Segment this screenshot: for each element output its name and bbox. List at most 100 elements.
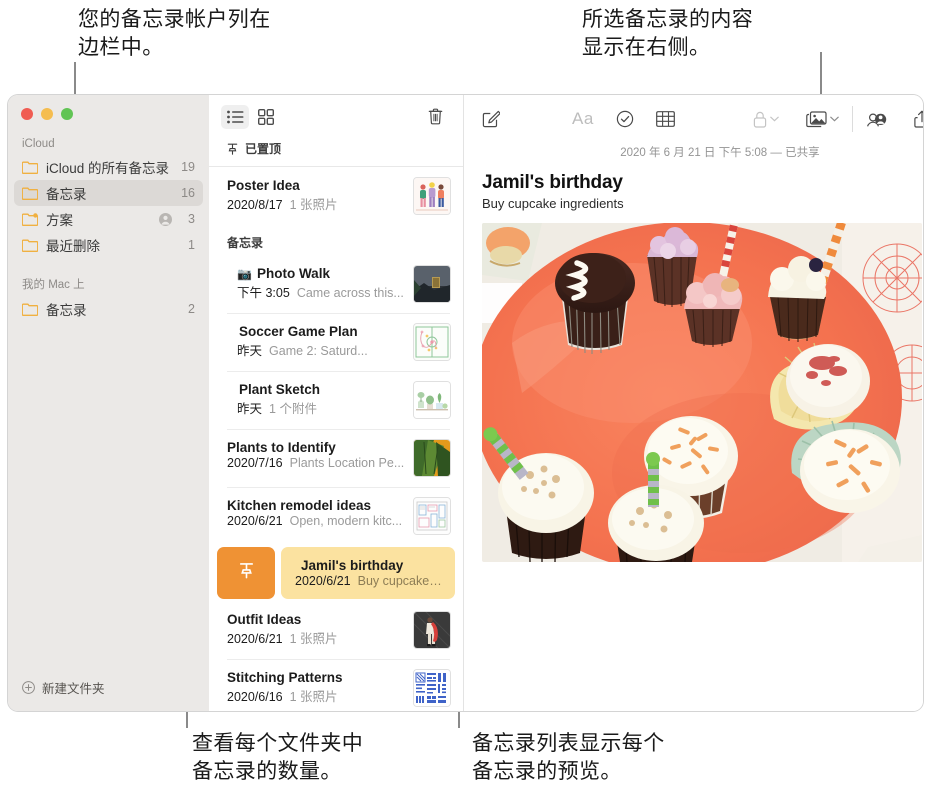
note-thumbnail-dark-landscape: [414, 266, 450, 303]
trash-icon[interactable]: [421, 105, 449, 129]
collaborate-icon[interactable]: [866, 110, 887, 128]
format-icon-label: Aa: [572, 109, 594, 128]
note-item-main: Outfit Ideas 2020/6/21 1 张照片: [227, 612, 406, 647]
callout-preview-text: 备忘录列表显示每个 备忘录的预览。: [472, 732, 665, 784]
compose-icon[interactable]: [482, 110, 500, 128]
close-button[interactable]: [21, 108, 33, 120]
checklist-icon[interactable]: [616, 110, 634, 128]
lock-icon[interactable]: [753, 111, 767, 128]
note-title-text: Jamil's birthday: [301, 558, 404, 574]
note-list-item-soccer-game-plan[interactable]: Soccer Game Plan 昨天 Game 2: Saturd...: [209, 313, 463, 371]
note-item-snippet: Open, modern kitc...: [289, 514, 403, 529]
shared-person-icon: [159, 212, 173, 226]
sidebar-item-recently-deleted[interactable]: 最近删除 1: [14, 232, 203, 258]
note-detail-image-cupcakes[interactable]: [482, 223, 922, 562]
note-title-text: Poster Idea: [227, 178, 300, 194]
note-item-title: Kitchen remodel ideas: [227, 498, 406, 513]
note-title-text: Outfit Ideas: [227, 612, 302, 628]
note-item-snippet: Plants Location Pe...: [289, 456, 405, 471]
note-item-date: 2020/6/21: [227, 514, 283, 529]
notes-group-label: 备忘录: [227, 236, 264, 251]
notes-scroll-area[interactable]: Poster Idea 2020/8/17 1 张照片 备忘录 📷 Photo …: [209, 167, 463, 711]
sidebar-item-projects[interactable]: 方案 3: [14, 206, 203, 232]
notes-list-column: 已置顶 Poster Idea 2020/8/17 1 张照片 备忘录 📷 Ph…: [209, 95, 464, 711]
folder-icon: [22, 239, 38, 252]
note-list-item-stitching-patterns[interactable]: Stitching Patterns 2020/6/16 1 张照片: [209, 659, 463, 711]
new-folder-button[interactable]: 新建文件夹: [8, 678, 209, 711]
note-item-title: Stitching Patterns: [227, 670, 406, 685]
note-thumbnail-floorplan: [414, 498, 450, 535]
row-separator: [227, 313, 450, 315]
share-icon[interactable]: [914, 110, 923, 128]
sidebar-item-label: 备忘录: [46, 303, 87, 318]
note-item-subline: 2020/6/21 1 张照片: [227, 628, 406, 647]
note-title-text: Plants to Identify: [227, 440, 336, 456]
note-list-item-plant-sketch[interactable]: Plant Sketch 昨天 1 个附件: [209, 371, 463, 429]
note-item-emoji: 📷: [237, 266, 252, 281]
note-item-main: Soccer Game Plan 昨天 Game 2: Saturd...: [237, 324, 406, 359]
note-item-main: Stitching Patterns 2020/6/16 1 张照片: [227, 670, 406, 705]
callout-counts-text: 查看每个文件夹中 备忘录的数量。: [192, 732, 364, 784]
zoom-button[interactable]: [61, 108, 73, 120]
note-list-item-poster-idea[interactable]: Poster Idea 2020/8/17 1 张照片: [209, 167, 463, 225]
notes-app-window: iCloud iCloud 的所有备忘录 19 备忘录 16 方案 3 最近删除…: [8, 95, 923, 711]
sidebar: iCloud iCloud 的所有备忘录 19 备忘录 16 方案 3 最近删除…: [8, 95, 209, 711]
sidebar-item-label: 备忘录: [46, 187, 87, 202]
chevron-down-icon[interactable]: [829, 116, 839, 122]
note-detail-toolbar: Aa: [464, 95, 923, 143]
sidebar-item-notes-icloud[interactable]: 备忘录 16: [14, 180, 203, 206]
note-detail-pane: Aa 2020 年 6 月 21 日 下午 5:08 — 已共享 Jamil's…: [464, 95, 923, 711]
note-item-snippet: 1 个附件: [269, 402, 317, 417]
pinned-section-header: 已置顶: [209, 138, 463, 168]
note-item-subline: 2020/6/21 Buy cupcake ingre...: [295, 574, 445, 588]
note-item-date: 2020/6/21: [295, 574, 351, 589]
sidebar-item-label: 最近删除: [46, 239, 100, 254]
note-item-main: Poster Idea 2020/8/17 1 张照片: [227, 178, 406, 213]
minimize-button[interactable]: [41, 108, 53, 120]
table-icon[interactable]: [655, 111, 675, 127]
note-item-snippet: 1 张照片: [289, 690, 338, 705]
format-icon[interactable]: Aa: [572, 109, 594, 129]
note-list-item-plants-to-identify[interactable]: Plants to Identify 2020/7/16 Plants Loca…: [209, 429, 463, 487]
note-thumbnail-fashion: [414, 612, 450, 649]
window-controls[interactable]: [8, 95, 209, 120]
pin-icon: [227, 143, 238, 155]
note-list-item-outfit-ideas[interactable]: Outfit Ideas 2020/6/21 1 张照片: [209, 601, 463, 659]
note-list-item-photo-walk[interactable]: 📷 Photo Walk 下午 3:05 Came across this...: [209, 255, 463, 313]
folder-icon: [22, 187, 38, 200]
new-folder-label: 新建文件夹: [42, 682, 105, 696]
note-item-title: Outfit Ideas: [227, 612, 406, 627]
note-thumbnail-people-illustration: [414, 178, 450, 215]
sidebar-item-label: iCloud 的所有备忘录: [46, 161, 170, 176]
note-item-subline: 2020/8/17 1 张照片: [227, 194, 406, 213]
media-icon[interactable]: [805, 110, 827, 128]
note-item-date: 2020/6/21: [227, 632, 283, 647]
note-item-date: 2020/8/17: [227, 198, 283, 213]
row-separator: [227, 487, 450, 489]
note-list-item-kitchen-remodel-ideas[interactable]: Kitchen remodel ideas 2020/6/21 Open, mo…: [209, 487, 463, 545]
chevron-down-icon[interactable]: [769, 116, 779, 122]
note-item-title: Plants to Identify: [227, 440, 406, 455]
sidebar-item-all-icloud-notes[interactable]: iCloud 的所有备忘录 19: [14, 154, 203, 180]
folder-shared-icon: [22, 212, 38, 226]
selected-note-row[interactable]: Jamil's birthday 2020/6/21 Buy cupcake i…: [281, 547, 455, 600]
list-view-icon[interactable]: [221, 104, 249, 129]
sidebar-item-count: 3: [188, 212, 195, 226]
note-body[interactable]: Jamil's birthday Buy cupcake ingredients: [464, 172, 923, 562]
note-item-title: Poster Idea: [227, 178, 406, 193]
note-item-subline: 昨天 Game 2: Saturd...: [237, 340, 406, 359]
sidebar-item-count: 1: [188, 238, 195, 252]
note-item-main: 📷 Photo Walk 下午 3:05 Came across this...: [237, 266, 406, 301]
sidebar-item-count: 2: [188, 302, 195, 316]
note-meta-timestamp: 2020 年 6 月 21 日 下午 5:08 — 已共享: [620, 147, 820, 159]
note-title-text: Soccer Game Plan: [239, 324, 358, 340]
note-thumbnail-stitching: [414, 670, 450, 707]
folder-icon: [22, 161, 38, 174]
note-title-text: Kitchen remodel ideas: [227, 498, 372, 514]
pin-swipe-action-button[interactable]: [217, 547, 275, 600]
notes-list-toolbar: [209, 95, 463, 139]
gallery-view-icon[interactable]: [252, 105, 280, 129]
note-list-item-jamils-birthday[interactable]: Jamil's birthday 2020/6/21 Buy cupcake i…: [209, 547, 463, 600]
callout-content-text: 所选备忘录的内容 显示在右侧。: [582, 8, 754, 60]
sidebar-item-notes-local[interactable]: 备忘录 2: [14, 296, 203, 322]
